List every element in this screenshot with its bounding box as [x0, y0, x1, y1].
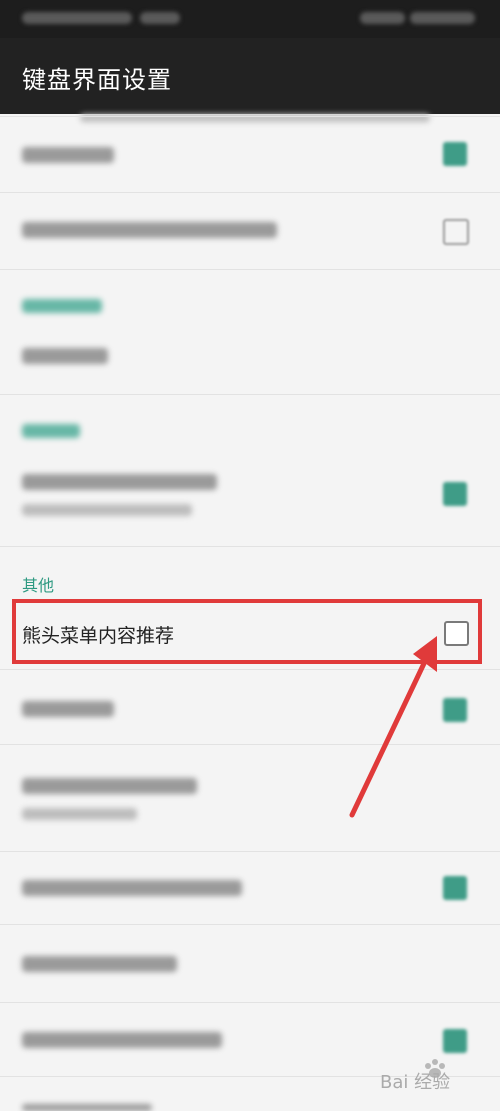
baidu-watermark: Bai 经验 — [380, 1059, 450, 1093]
annotation-arrow — [349, 636, 437, 818]
watermark-text: Bai 经验 — [380, 1072, 450, 1093]
